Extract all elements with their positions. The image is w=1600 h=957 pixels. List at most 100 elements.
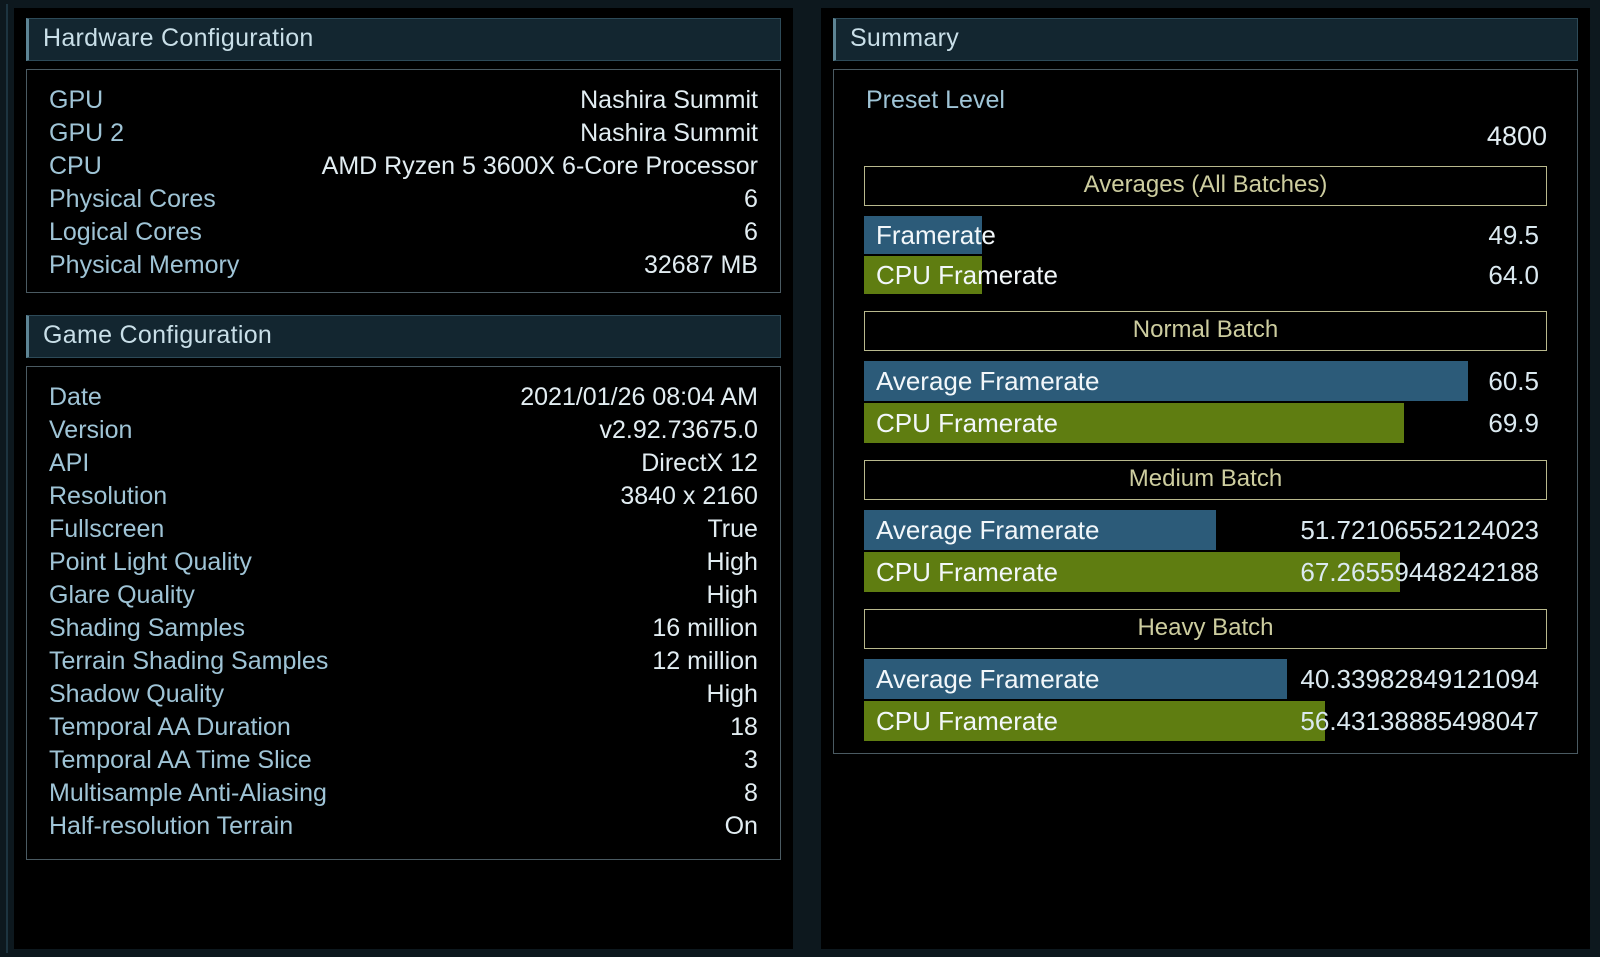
- row-label: Version: [49, 416, 132, 444]
- row-value: True: [707, 515, 757, 543]
- batch-title-medium: Medium Batch: [864, 460, 1547, 500]
- metric-label: CPU Framerate: [864, 708, 1058, 734]
- table-row: API DirectX 12: [49, 447, 758, 480]
- preset-level-value: 4800: [856, 115, 1555, 152]
- row-value: High: [707, 548, 758, 576]
- metric-row: Average Framerate 51.72106552124023: [864, 510, 1547, 550]
- row-label: Multisample Anti-Aliasing: [49, 779, 327, 807]
- row-value: v2.92.73675.0: [599, 416, 757, 444]
- table-row: CPU AMD Ryzen 5 3600X 6-Core Processor: [49, 150, 758, 183]
- row-value: 6: [744, 218, 758, 246]
- row-value: On: [725, 812, 758, 840]
- game-configuration-header: Game Configuration: [26, 315, 781, 358]
- metric-label: Average Framerate: [864, 368, 1100, 394]
- row-label: Temporal AA Time Slice: [49, 746, 312, 774]
- row-label: Shading Samples: [49, 614, 245, 642]
- configuration-panel: Hardware Configuration GPU Nashira Summi…: [14, 8, 793, 949]
- row-label: GPU 2: [49, 119, 124, 147]
- batch-metrics-heavy: Average Framerate 40.33982849121094 CPU …: [864, 659, 1547, 741]
- batch-metrics-normal: Average Framerate 60.5 CPU Framerate 69.…: [864, 361, 1547, 443]
- preset-level-label: Preset Level: [856, 84, 1555, 115]
- metric-value: 49.5: [1488, 222, 1547, 248]
- metric-value: 64.0: [1488, 262, 1547, 288]
- metric-row: Average Framerate 60.5: [864, 361, 1547, 401]
- summary-panel: Summary Preset Level 4800 Averages (All …: [821, 8, 1590, 949]
- metric-value: 56.43138885498047: [1300, 708, 1547, 734]
- metric-row: CPU Framerate 69.9: [864, 403, 1547, 443]
- row-label: Physical Memory: [49, 251, 239, 279]
- section-spacer: [26, 293, 781, 315]
- row-label: Half-resolution Terrain: [49, 812, 293, 840]
- row-label: CPU: [49, 152, 102, 180]
- table-row: Multisample Anti-Aliasing 8: [49, 777, 758, 810]
- metric-label: CPU Framerate: [864, 262, 1058, 288]
- table-row: Logical Cores 6: [49, 216, 758, 249]
- row-value: 6: [744, 185, 758, 213]
- row-label: Physical Cores: [49, 185, 216, 213]
- row-value: 12 million: [652, 647, 758, 675]
- metric-value: 60.5: [1488, 368, 1547, 394]
- metric-row: Average Framerate 40.33982849121094: [864, 659, 1547, 699]
- row-value: Nashira Summit: [580, 119, 758, 147]
- row-value: 32687 MB: [644, 251, 758, 279]
- metric-label: CPU Framerate: [864, 559, 1058, 585]
- table-row: Half-resolution Terrain On: [49, 810, 758, 843]
- table-row: Resolution 3840 x 2160: [49, 480, 758, 513]
- table-row: Temporal AA Time Slice 3: [49, 744, 758, 777]
- row-label: Shadow Quality: [49, 680, 224, 708]
- row-label: Fullscreen: [49, 515, 164, 543]
- hardware-configuration-header: Hardware Configuration: [26, 18, 781, 61]
- table-row: Shadow Quality High: [49, 678, 758, 711]
- game-configuration-body: Date 2021/01/26 08:04 AM Version v2.92.7…: [26, 366, 781, 860]
- metric-value: 67.26559448242188: [1300, 559, 1547, 585]
- metric-row: CPU Framerate 56.43138885498047: [864, 701, 1547, 741]
- row-value: AMD Ryzen 5 3600X 6-Core Processor: [322, 152, 758, 180]
- row-label: GPU: [49, 86, 103, 114]
- row-label: API: [49, 449, 89, 477]
- batch-metrics-medium: Average Framerate 51.72106552124023 CPU …: [864, 510, 1547, 592]
- metric-label: CPU Framerate: [864, 410, 1058, 436]
- row-label: Point Light Quality: [49, 548, 252, 576]
- batch-title-averages: Averages (All Batches): [864, 166, 1547, 206]
- batch-title-normal: Normal Batch: [864, 311, 1547, 351]
- metric-row: CPU Framerate 67.26559448242188: [864, 552, 1547, 592]
- metric-row: Framerate 49.5: [864, 216, 1547, 254]
- row-value: 3840 x 2160: [620, 482, 758, 510]
- table-row: Date 2021/01/26 08:04 AM: [49, 381, 758, 414]
- metric-value: 51.72106552124023: [1300, 517, 1547, 543]
- table-row: Temporal AA Duration 18: [49, 711, 758, 744]
- benchmark-results-screen: Hardware Configuration GPU Nashira Summi…: [0, 0, 1600, 957]
- batch-title-heavy: Heavy Batch: [864, 609, 1547, 649]
- row-label: Terrain Shading Samples: [49, 647, 328, 675]
- row-value: 8: [744, 779, 758, 807]
- metric-label: Framerate: [864, 222, 996, 248]
- table-row: Version v2.92.73675.0: [49, 414, 758, 447]
- row-value: 2021/01/26 08:04 AM: [520, 383, 758, 411]
- summary-body: Preset Level 4800 Averages (All Batches)…: [833, 69, 1578, 754]
- row-label: Temporal AA Duration: [49, 713, 291, 741]
- row-value: High: [707, 581, 758, 609]
- row-value: Nashira Summit: [580, 86, 758, 114]
- metric-value: 69.9: [1488, 410, 1547, 436]
- row-value: 16 million: [652, 614, 758, 642]
- batch-metrics-averages: Framerate 49.5 CPU Framerate 64.0: [864, 216, 1547, 294]
- row-value: DirectX 12: [641, 449, 758, 477]
- table-row: GPU Nashira Summit: [49, 84, 758, 117]
- row-value: 18: [730, 713, 758, 741]
- row-label: Resolution: [49, 482, 167, 510]
- table-row: Physical Memory 32687 MB: [49, 249, 758, 282]
- metric-value: 40.33982849121094: [1300, 666, 1547, 692]
- row-value: 3: [744, 746, 758, 774]
- table-row: Point Light Quality High: [49, 546, 758, 579]
- metric-label: Average Framerate: [864, 666, 1100, 692]
- table-row: GPU 2 Nashira Summit: [49, 117, 758, 150]
- hardware-configuration-body: GPU Nashira Summit GPU 2 Nashira Summit …: [26, 69, 781, 293]
- metric-row: CPU Framerate 64.0: [864, 256, 1547, 294]
- table-row: Fullscreen True: [49, 513, 758, 546]
- table-row: Glare Quality High: [49, 579, 758, 612]
- table-row: Physical Cores 6: [49, 183, 758, 216]
- metric-label: Average Framerate: [864, 517, 1100, 543]
- row-value: High: [707, 680, 758, 708]
- row-label: Logical Cores: [49, 218, 202, 246]
- table-row: Shading Samples 16 million: [49, 612, 758, 645]
